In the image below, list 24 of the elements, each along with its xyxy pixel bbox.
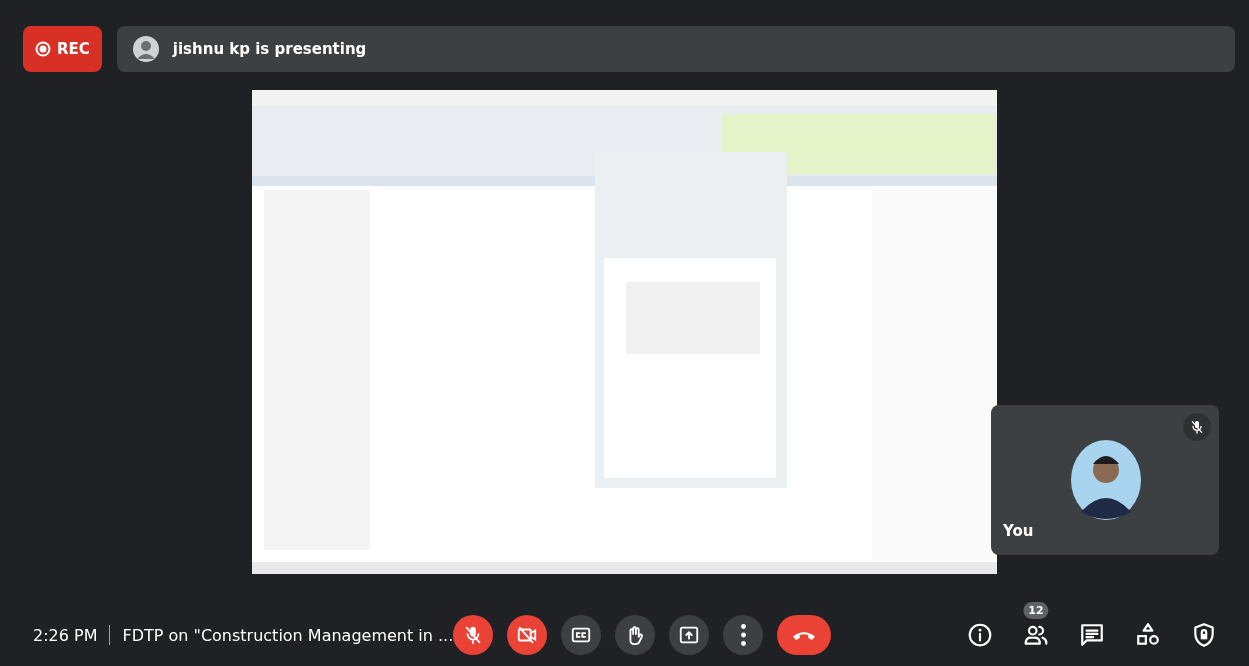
microphone-button[interactable] — [453, 615, 494, 655]
meeting-title: FDTP on "Construction Management in ... — [122, 625, 454, 645]
camera-off-icon — [516, 624, 539, 646]
raise-hand-button[interactable] — [615, 615, 656, 655]
hang-up-icon — [793, 630, 816, 640]
presenter-text: jishnu kp is presenting — [172, 40, 367, 58]
camera-button[interactable] — [507, 615, 548, 655]
record-button[interactable]: REC — [23, 26, 102, 72]
shield-lock-icon — [1191, 622, 1217, 648]
record-icon — [35, 41, 51, 57]
avatar — [132, 36, 159, 62]
present-button[interactable] — [669, 615, 710, 655]
more-icon — [740, 624, 746, 646]
leave-call-button[interactable] — [777, 615, 832, 655]
shapes-icon — [1135, 622, 1161, 648]
mic-off-icon — [1189, 419, 1205, 435]
chat-icon — [1079, 622, 1105, 648]
participant-name: You — [1003, 522, 1034, 540]
info-icon — [967, 622, 993, 648]
captions-button[interactable] — [561, 615, 602, 655]
more-options-button[interactable] — [723, 615, 764, 655]
present-icon — [678, 624, 701, 646]
meeting-time: 2:26 PM — [33, 625, 98, 645]
participant-count: 12 — [1023, 602, 1049, 619]
